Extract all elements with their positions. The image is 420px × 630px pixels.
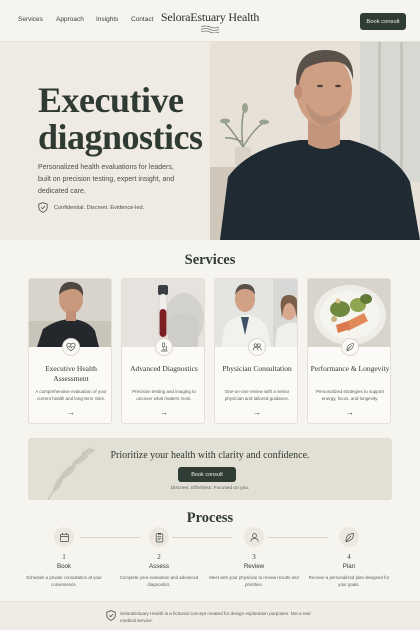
hero-portrait-image — [210, 42, 420, 240]
microscope-icon — [161, 342, 168, 352]
brand-logo-text[interactable]: SeloraEstuary Health — [0, 10, 420, 25]
card-icon-wrap — [62, 338, 80, 356]
step-icon-wrap — [339, 527, 359, 547]
step-description: Meet with your physician to review resul… — [209, 575, 299, 587]
step-description: Receive a personalized plan designed for… — [308, 575, 390, 587]
hero-trust-badge: Confidential. Discreet. Evidence-led. — [38, 202, 144, 213]
arrow-right-icon[interactable]: → — [122, 408, 204, 417]
card-title: Executive Health Assessment — [45, 364, 97, 383]
card-title: Advanced Diagnostics — [130, 364, 198, 373]
book-consult-cta-button[interactable]: Book consult — [178, 467, 236, 482]
card-description: Personalized strategies to support energ… — [315, 389, 385, 401]
arrow-right-icon[interactable]: → — [29, 408, 111, 417]
cta-title: Prioritize your health with clarity and … — [110, 450, 310, 461]
process-step-book: 1 Book Schedule a private consultation a… — [19, 527, 109, 588]
service-card-performance-longevity[interactable]: Performance & Longevity Personalized str… — [307, 278, 391, 424]
service-image-diagnostics — [122, 279, 204, 347]
calendar-icon — [59, 532, 69, 542]
clipboard-icon — [155, 532, 163, 542]
service-card-physician-consultation[interactable]: Physician Consultation One-on-one review… — [214, 278, 298, 424]
card-icon-wrap — [248, 338, 266, 356]
step-number: 2 — [157, 553, 161, 561]
shield-check-icon — [106, 610, 116, 621]
service-card-advanced-diagnostics[interactable]: Advanced Diagnostics Precision testing a… — [121, 278, 205, 424]
step-title: Review — [243, 563, 265, 570]
footer-disclaimer: SeloraEstuary Health is a fictional conc… — [120, 611, 311, 623]
hero-section: Executive diagnostics Personalized healt… — [0, 42, 420, 240]
card-icon-wrap — [341, 338, 359, 356]
step-description: Complete your evaluation and advanced di… — [119, 575, 199, 587]
service-image-executive — [29, 279, 111, 347]
hero-badge-text: Confidential. Discreet. Evidence-led. — [54, 204, 145, 211]
service-image-longevity — [308, 279, 390, 347]
step-number: 4 — [347, 553, 351, 561]
card-title: Performance & Longevity — [310, 364, 390, 373]
people-icon — [252, 343, 262, 351]
cta-note: Discreet. Effortless. Focused on you. — [170, 486, 250, 491]
card-description: One-on-one review with a senior physicia… — [224, 389, 290, 401]
top-nav: Services Approach Insights Contact Selor… — [0, 0, 420, 42]
step-number: 3 — [252, 553, 256, 561]
step-title: Plan — [342, 563, 356, 570]
leaf-icon — [346, 343, 354, 351]
services-title: Services — [184, 252, 236, 268]
book-consult-nav-button[interactable]: Book consult — [360, 13, 406, 30]
card-description: Precision testing and imaging to uncover… — [132, 389, 196, 401]
step-title: Assess — [149, 563, 169, 570]
process-step-assess: 2 Assess Complete your evaluation and ad… — [114, 527, 204, 588]
card-icon-wrap — [155, 338, 173, 356]
wave-logo-icon — [200, 25, 220, 33]
service-image-physician — [215, 279, 297, 347]
heart-pulse-icon — [66, 342, 76, 352]
hero-title: Executive diagnostics — [38, 82, 203, 156]
process-step-plan: 4 Plan Receive a personalized plan desig… — [304, 527, 394, 588]
process-step-review: 3 Review Meet with your physician to rev… — [209, 527, 299, 588]
leaf-icon — [345, 532, 354, 542]
arrow-right-icon[interactable]: → — [308, 408, 390, 417]
person-icon — [249, 532, 259, 542]
process-title: Process — [186, 510, 234, 526]
shield-check-icon — [38, 202, 48, 213]
step-icon-wrap — [149, 527, 169, 547]
card-title: Physician Consultation — [222, 364, 292, 373]
arrow-right-icon[interactable]: → — [215, 408, 297, 417]
step-icon-wrap — [244, 527, 264, 547]
step-number: 1 — [62, 553, 66, 561]
hero-title-line1: Executive — [38, 80, 184, 120]
step-title: Book — [56, 563, 72, 570]
footer: SeloraEstuary Health is a fictional conc… — [0, 601, 420, 630]
step-icon-wrap — [54, 527, 74, 547]
cta-band: Prioritize your health with clarity and … — [28, 438, 392, 500]
step-description: Schedule a private consultation at your … — [26, 575, 102, 587]
hero-title-line2: diagnostics — [38, 117, 203, 157]
service-card-executive-health[interactable]: Executive Health Assessment A comprehens… — [28, 278, 112, 424]
hero-subtitle: Personalized health evaluations for lead… — [38, 164, 175, 195]
card-description: A comprehensive evaluation of your curre… — [35, 389, 107, 401]
